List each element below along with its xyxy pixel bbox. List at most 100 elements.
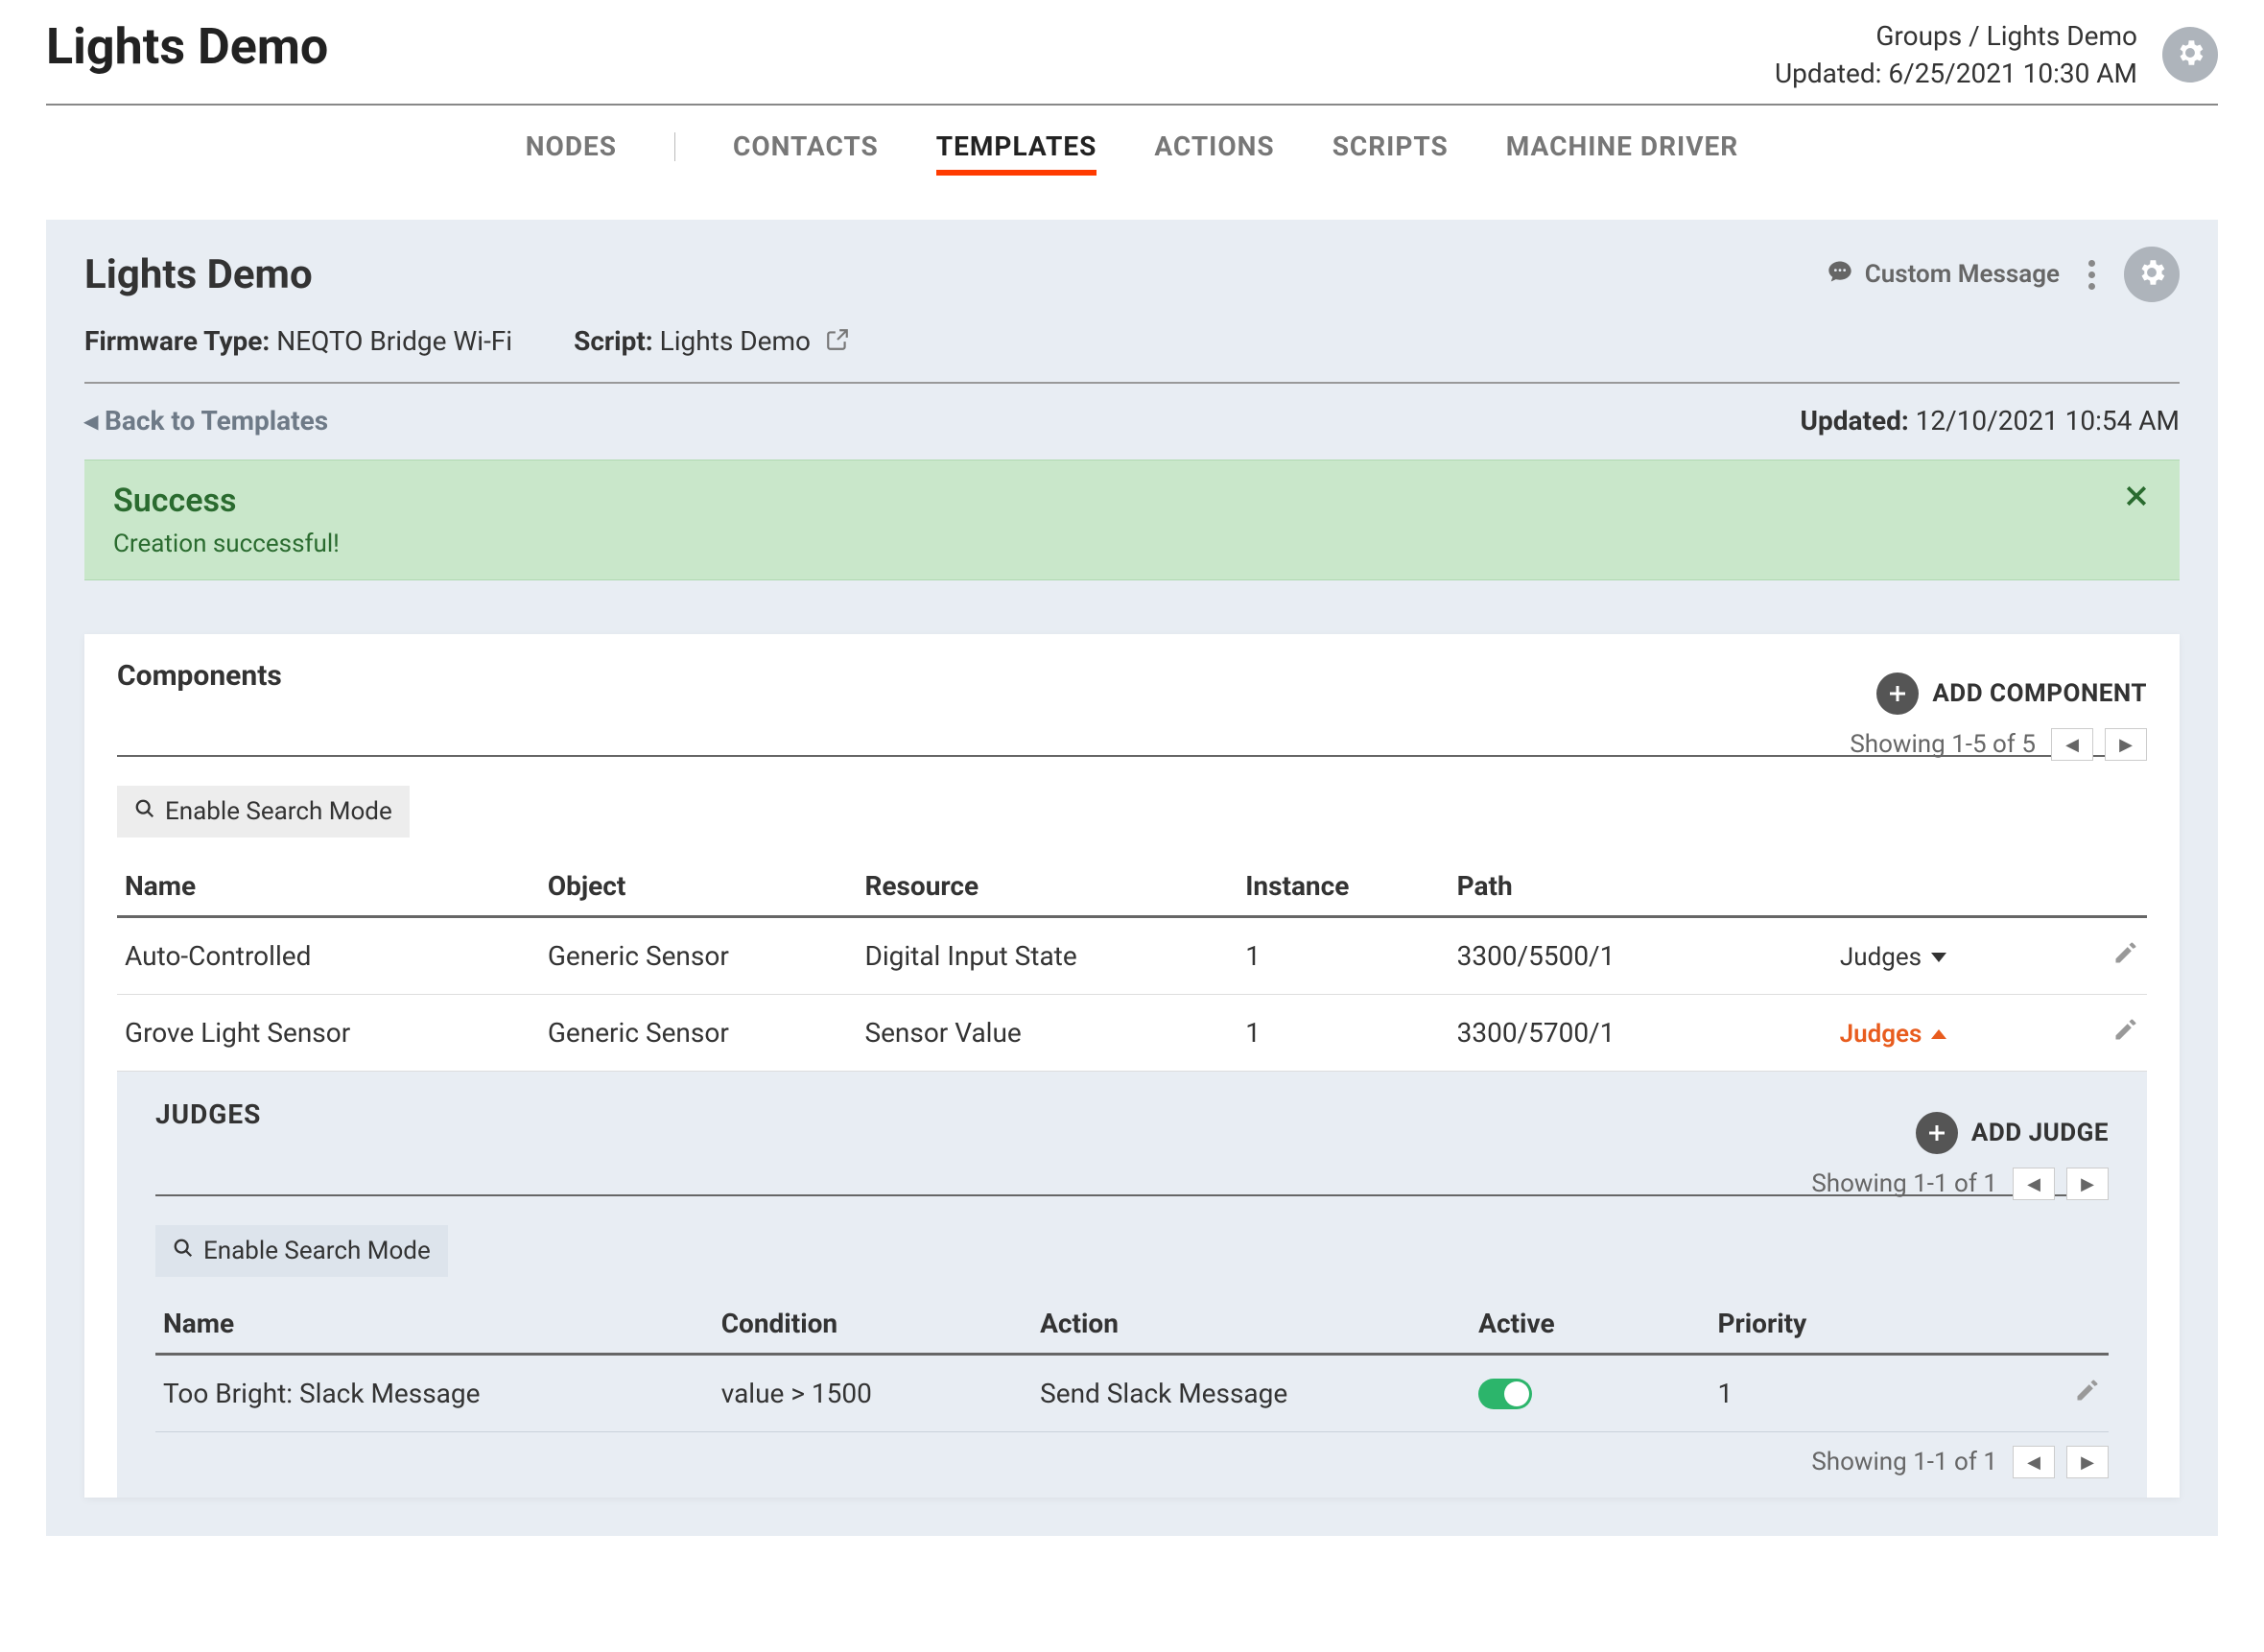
table-row: Grove Light Sensor Generic Sensor Sensor…: [117, 995, 2147, 1072]
top-header: Lights Demo Groups / Lights Demo Updated…: [46, 0, 2218, 106]
table-row: Auto-Controlled Generic Sensor Digital I…: [117, 917, 2147, 995]
judges-pager-prev[interactable]: ◀: [2013, 1168, 2055, 1200]
panel-updated: Updated: 12/10/2021 10:54 AM: [1801, 405, 2180, 437]
judges-bottom-pager-next[interactable]: ▶: [2066, 1446, 2109, 1478]
alert-close-button[interactable]: [2122, 482, 2151, 514]
add-judge-label: ADD JUDGE: [1971, 1119, 2109, 1147]
chat-icon: [1827, 258, 1853, 292]
back-to-templates-link[interactable]: ◂ Back to Templates: [84, 405, 328, 437]
plus-icon: [1916, 1112, 1958, 1154]
header-meta: Groups / Lights Demo Updated: 6/25/2021 …: [1775, 17, 2137, 92]
cell-j-name: Too Bright: Slack Message: [155, 1355, 714, 1432]
col-path: Path: [1450, 857, 1767, 917]
edit-button[interactable]: [2112, 1018, 2139, 1050]
template-panel: Lights Demo Custom Message: [46, 220, 2218, 1536]
cell-j-condition: value > 1500: [714, 1355, 1032, 1432]
custom-message-button[interactable]: Custom Message: [1827, 258, 2060, 292]
components-pager-next[interactable]: ▶: [2105, 728, 2147, 761]
updated-label: Updated:: [1801, 405, 1909, 437]
plus-icon: [1876, 673, 1919, 715]
judges-table: Name Condition Action Active Priority To…: [155, 1294, 2109, 1432]
dot-icon: [2088, 260, 2095, 267]
components-search-button[interactable]: Enable Search Mode: [117, 786, 410, 838]
components-pager-prev[interactable]: ◀: [2051, 728, 2093, 761]
cell-path: 3300/5700/1: [1450, 995, 1767, 1072]
external-link-icon[interactable]: [825, 327, 850, 359]
col-j-priority: Priority: [1710, 1294, 1948, 1355]
judges-toggle[interactable]: Judges: [1840, 1020, 1947, 1049]
col-instance: Instance: [1238, 857, 1449, 917]
cell-instance: 1: [1238, 995, 1449, 1072]
add-judge-button[interactable]: ADD JUDGE: [1916, 1112, 2109, 1154]
components-search-label: Enable Search Mode: [165, 797, 392, 826]
header-updated: Updated: 6/25/2021 10:30 AM: [1775, 55, 2137, 92]
judges-bottom-pager-prev[interactable]: ◀: [2013, 1446, 2055, 1478]
page-title: Lights Demo: [46, 17, 328, 76]
dot-icon: [2088, 283, 2095, 290]
components-table: Name Object Resource Instance Path Auto-…: [117, 857, 2147, 1072]
gear-icon: [2174, 36, 2206, 73]
cell-resource: Sensor Value: [857, 995, 1238, 1072]
script-field: Script: Lights Demo: [574, 325, 850, 359]
col-j-name: Name: [155, 1294, 714, 1355]
cell-object: Generic Sensor: [540, 995, 858, 1072]
cell-j-action: Send Slack Message: [1032, 1355, 1471, 1432]
close-icon: [2122, 496, 2151, 514]
nav-actions[interactable]: ACTIONS: [1154, 130, 1274, 174]
nav-divider: [674, 132, 675, 161]
chevron-up-icon: [1931, 1029, 1946, 1039]
firmware-field: Firmware Type: NEQTO Bridge Wi-Fi: [84, 325, 512, 359]
judges-pager-next[interactable]: ▶: [2066, 1168, 2109, 1200]
col-object: Object: [540, 857, 858, 917]
panel-title: Lights Demo: [84, 251, 313, 298]
firmware-value: NEQTO Bridge Wi-Fi: [276, 325, 512, 357]
settings-button[interactable]: [2162, 27, 2218, 83]
add-component-label: ADD COMPONENT: [1932, 679, 2147, 708]
chevron-down-icon: [1931, 953, 1946, 962]
judges-pager-text: Showing 1-1 of 1: [1811, 1169, 1997, 1198]
custom-message-label: Custom Message: [1865, 260, 2060, 289]
more-menu-button[interactable]: [2083, 254, 2101, 295]
col-j-edit: [1949, 1294, 2109, 1355]
judges-bottom-pager-text: Showing 1-1 of 1: [1811, 1448, 1997, 1476]
search-icon: [134, 797, 155, 826]
main-nav: NODES CONTACTS TEMPLATES ACTIONS SCRIPTS…: [46, 106, 2218, 174]
script-label: Script:: [574, 325, 653, 357]
cell-name: Auto-Controlled: [117, 917, 540, 995]
col-edit: [2020, 857, 2147, 917]
judges-search-button[interactable]: Enable Search Mode: [155, 1225, 448, 1277]
active-toggle[interactable]: [1478, 1379, 1532, 1409]
edit-button[interactable]: [2074, 1379, 2101, 1410]
nav-templates[interactable]: TEMPLATES: [936, 130, 1097, 174]
success-alert: Success Creation successful!: [84, 460, 2180, 580]
table-row: Too Bright: Slack Message value > 1500 S…: [155, 1355, 2109, 1432]
search-icon: [173, 1237, 194, 1265]
gear-icon: [2135, 256, 2168, 293]
dot-icon: [2088, 271, 2095, 278]
cell-instance: 1: [1238, 917, 1449, 995]
col-j-active: Active: [1471, 1294, 1710, 1355]
cell-resource: Digital Input State: [857, 917, 1238, 995]
col-j-action: Action: [1032, 1294, 1471, 1355]
nav-nodes[interactable]: NODES: [526, 130, 617, 174]
alert-title: Success: [113, 482, 340, 520]
judges-panel: JUDGES ADD JUDGE Showing 1-1 of 1 ◀: [117, 1072, 2147, 1498]
add-component-button[interactable]: ADD COMPONENT: [1876, 673, 2147, 715]
nav-contacts[interactable]: CONTACTS: [733, 130, 879, 174]
cell-path: 3300/5500/1: [1450, 917, 1767, 995]
edit-button[interactable]: [2112, 941, 2139, 973]
firmware-label: Firmware Type:: [84, 325, 270, 357]
col-judges: [1766, 857, 2019, 917]
col-j-condition: Condition: [714, 1294, 1032, 1355]
nav-scripts[interactable]: SCRIPTS: [1332, 130, 1449, 174]
panel-settings-button[interactable]: [2124, 247, 2180, 302]
components-pager-text: Showing 1-5 of 5: [1850, 730, 2036, 759]
col-resource: Resource: [857, 857, 1238, 917]
components-heading: Components: [117, 659, 282, 693]
judges-toggle[interactable]: Judges: [1840, 943, 1946, 972]
judges-toggle-label: Judges: [1840, 1020, 1922, 1049]
nav-machine-driver[interactable]: MACHINE DRIVER: [1506, 130, 1738, 174]
alert-message: Creation successful!: [113, 530, 340, 558]
cell-object: Generic Sensor: [540, 917, 858, 995]
updated-value: 12/10/2021 10:54 AM: [1916, 405, 2180, 437]
